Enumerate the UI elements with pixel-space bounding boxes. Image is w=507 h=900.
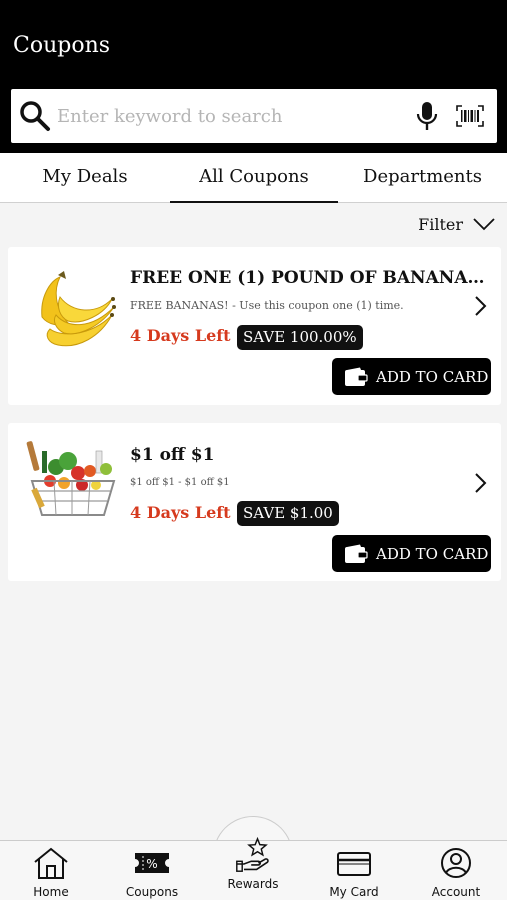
filter-button[interactable]: Filter xyxy=(418,212,495,236)
add-to-card-button[interactable]: ADD TO CARD xyxy=(332,358,491,395)
coupon-title: $1 off $1 xyxy=(130,445,215,465)
add-to-card-label: ADD TO CARD xyxy=(376,367,489,386)
nav-coupons[interactable]: % Coupons xyxy=(107,845,197,900)
nav-account-label: Account xyxy=(431,885,481,899)
coupon-icon: % xyxy=(135,853,169,873)
tab-my-deals[interactable]: My Deals xyxy=(0,153,170,203)
coupon-description: FREE BANANAS! - Use this coupon one (1) … xyxy=(130,299,404,312)
nav-home[interactable]: Home xyxy=(6,845,96,900)
tab-all-coupons[interactable]: All Coupons xyxy=(170,153,338,203)
wallet-icon xyxy=(345,367,368,386)
rewards-icon xyxy=(236,837,269,872)
chevron-right-icon[interactable] xyxy=(473,295,487,317)
coupon-card[interactable]: FREE ONE (1) POUND OF BANANAS (US... FRE… xyxy=(8,247,501,405)
chevron-right-icon[interactable] xyxy=(473,472,487,494)
tab-departments[interactable]: Departments xyxy=(338,153,507,203)
coupon-card[interactable]: $1 off $1 $1 off $1 - $1 off $1 4 Days L… xyxy=(8,423,501,581)
coupon-description: $1 off $1 - $1 off $1 xyxy=(130,477,230,488)
days-left-label: 4 Days Left xyxy=(130,503,231,522)
nav-coupons-label: Coupons xyxy=(125,885,179,899)
chevron-down-icon xyxy=(473,218,495,231)
account-icon xyxy=(441,848,471,878)
search-bar xyxy=(11,89,497,143)
microphone-icon[interactable] xyxy=(415,100,439,132)
tab-bar: My Deals All Coupons Departments xyxy=(0,153,507,203)
save-badge: SAVE 100.00% xyxy=(237,325,363,350)
barcode-scan-icon[interactable] xyxy=(456,105,484,127)
wallet-icon xyxy=(345,544,368,563)
card-icon xyxy=(337,852,371,876)
coupon-title: FREE ONE (1) POUND OF BANANAS (US... xyxy=(130,268,485,288)
nav-account[interactable]: Account xyxy=(411,845,501,900)
nav-my-card-label: My Card xyxy=(329,885,379,899)
nav-my-card[interactable]: My Card xyxy=(309,845,399,900)
search-input[interactable] xyxy=(57,97,397,135)
add-to-card-label: ADD TO CARD xyxy=(376,544,489,563)
bottom-nav: Home % Coupons Rewards My Card Account xyxy=(0,837,507,900)
nav-rewards[interactable]: Rewards xyxy=(208,837,298,893)
page-title: Coupons xyxy=(13,33,111,58)
add-to-card-button[interactable]: ADD TO CARD xyxy=(332,535,491,572)
nav-home-label: Home xyxy=(33,885,69,899)
svg-text:%: % xyxy=(146,857,157,871)
search-icon xyxy=(20,101,50,131)
days-left-label: 4 Days Left xyxy=(130,326,231,345)
header-bar: Coupons xyxy=(0,0,507,153)
filter-label: Filter xyxy=(418,214,463,234)
save-badge: SAVE $1.00 xyxy=(237,501,339,526)
nav-rewards-label: Rewards xyxy=(227,877,279,891)
grocery-basket-image xyxy=(26,441,116,516)
home-icon xyxy=(34,847,68,879)
bananas-image xyxy=(41,271,116,347)
